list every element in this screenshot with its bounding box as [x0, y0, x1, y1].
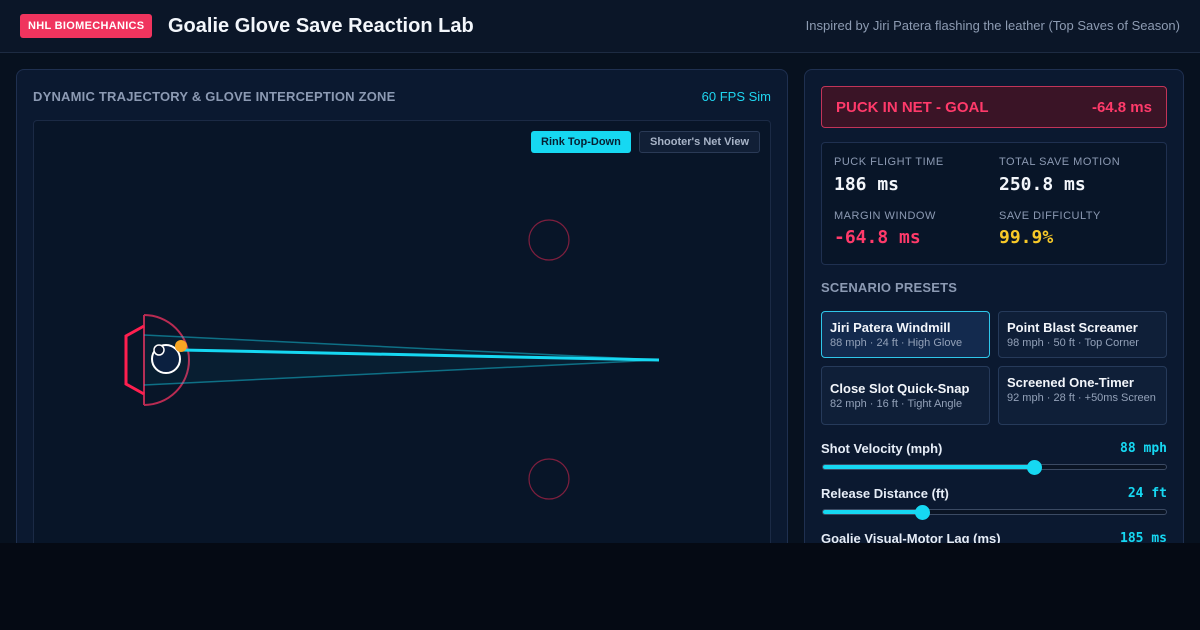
rink-diagram	[124, 219, 660, 500]
preset-point-blast-screamer[interactable]: Point Blast Screamer 98 mph · 50 ft · To…	[998, 311, 1167, 358]
visual-motor-lag-value: 185 ms	[1120, 531, 1167, 543]
app-viewport: NHL BIOMECHANICS Goalie Glove Save React…	[0, 0, 1200, 543]
shot-cone	[144, 335, 659, 385]
rink-top-down-button[interactable]: Rink Top-Down	[531, 131, 631, 153]
app-header: NHL BIOMECHANICS Goalie Glove Save React…	[0, 0, 1200, 53]
goal-net	[124, 324, 145, 396]
preset-meta: 82 mph · 16 ft · Tight Angle	[830, 398, 963, 410]
release-distance-slider[interactable]	[822, 505, 1167, 520]
goalie-glove	[153, 344, 165, 356]
total-save-motion-label: TOTAL SAVE MOTION	[999, 156, 1121, 168]
release-distance-thumb[interactable]	[915, 505, 931, 520]
total-save-motion-value: 250.8 ms	[999, 174, 1086, 195]
release-distance-value: 24 ft	[1127, 486, 1167, 501]
preset-name: Close Slot Quick-Snap	[830, 381, 970, 396]
visual-motor-lag-label: Goalie Visual-Motor Lag (ms)	[821, 531, 1001, 543]
inspiration-caption: Inspired by Jiri Patera flashing the lea…	[805, 18, 1180, 33]
preset-meta: 98 mph · 50 ft · Top Corner	[1007, 337, 1139, 349]
timing-stats: PUCK FLIGHT TIME 186 ms TOTAL SAVE MOTIO…	[821, 142, 1167, 265]
shot-velocity-label: Shot Velocity (mph)	[821, 441, 943, 456]
margin-window-label: MARGIN WINDOW	[834, 210, 936, 222]
shot-velocity-slider[interactable]	[822, 460, 1167, 475]
puck-flight-time-label: PUCK FLIGHT TIME	[834, 156, 944, 168]
preset-name: Screened One-Timer	[1007, 375, 1134, 390]
margin-window-value: -64.8 ms	[834, 227, 921, 248]
release-distance-fill	[823, 510, 923, 514]
goal-status-label: PUCK IN NET - GOAL	[836, 99, 989, 116]
shot-velocity-value: 88 mph	[1120, 441, 1167, 456]
preset-close-slot-quick-snap[interactable]: Close Slot Quick-Snap 82 mph · 16 ft · T…	[821, 366, 990, 425]
page-title: Goalie Glove Save Reaction Lab	[168, 15, 474, 37]
shot-velocity-thumb[interactable]	[1026, 460, 1042, 475]
goal-margin-value: -64.8 ms	[1091, 99, 1152, 116]
trajectory-canvas[interactable]: Rink Top-Down Shooter's Net View	[33, 120, 771, 543]
fps-indicator: 60 FPS Sim	[701, 89, 771, 104]
puck-flight-time-value: 186 ms	[834, 174, 900, 195]
preset-name: Point Blast Screamer	[1007, 320, 1138, 335]
empty-bottom-area	[0, 543, 1200, 630]
shooters-net-view-button[interactable]: Shooter's Net View	[639, 131, 760, 153]
preset-meta: 88 mph · 24 ft · High Glove	[830, 337, 963, 349]
save-difficulty-label: SAVE DIFFICULTY	[999, 210, 1101, 222]
preset-meta: 92 mph · 28 ft · +50ms Screen	[1007, 392, 1156, 404]
lower-faceoff-circle	[528, 458, 570, 500]
preset-name: Jiri Patera Windmill	[830, 320, 951, 335]
shot-velocity-fill	[823, 465, 1034, 469]
goal-status-banner: PUCK IN NET - GOAL -64.8 ms	[821, 86, 1167, 128]
preset-jiri-patera-windmill[interactable]: Jiri Patera Windmill 88 mph · 24 ft · Hi…	[821, 311, 990, 358]
brand-badge: NHL BIOMECHANICS	[20, 14, 153, 38]
release-distance-label: Release Distance (ft)	[821, 486, 949, 501]
results-panel: PUCK IN NET - GOAL -64.8 ms PUCK FLIGHT …	[804, 69, 1184, 543]
upper-faceoff-circle	[528, 219, 570, 261]
save-difficulty-value: 99.9%	[999, 227, 1054, 248]
preset-screened-one-timer[interactable]: Screened One-Timer 92 mph · 28 ft · +50m…	[998, 366, 1167, 425]
simulation-panel: DYNAMIC TRAJECTORY & GLOVE INTERCEPTION …	[16, 69, 788, 543]
simulation-title: DYNAMIC TRAJECTORY & GLOVE INTERCEPTION …	[33, 89, 396, 104]
scenario-presets-title: SCENARIO PRESETS	[821, 280, 958, 295]
puck	[175, 340, 187, 352]
